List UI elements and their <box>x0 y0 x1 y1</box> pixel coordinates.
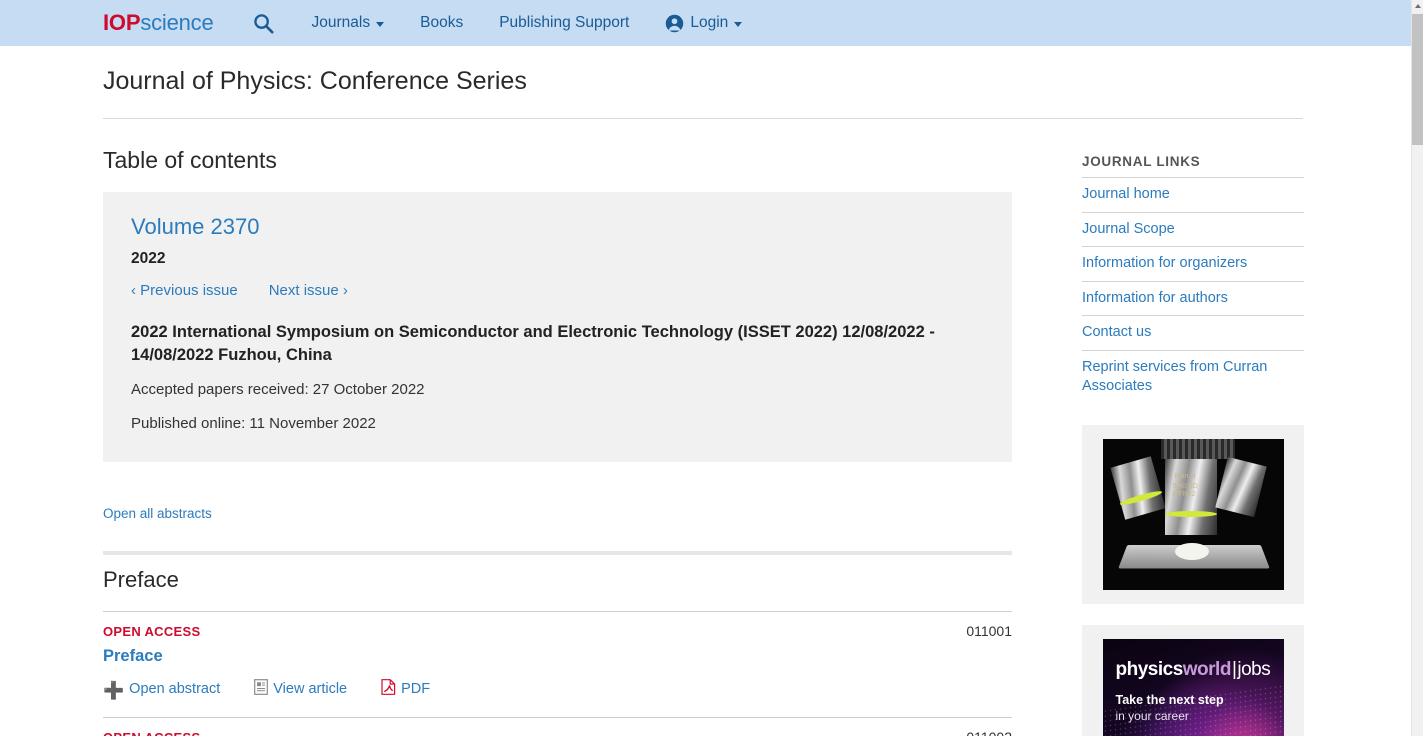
nav-item-login[interactable]: Login <box>665 14 742 33</box>
section-divider-bar <box>103 551 1012 555</box>
pdf-icon <box>381 679 396 699</box>
article-id: 011002 <box>966 729 1012 736</box>
nav-item-books[interactable]: Books <box>420 14 463 32</box>
pdf-label: PDF <box>401 681 430 697</box>
next-issue-label: Next issue <box>269 282 339 299</box>
sidebar-item-information-for-authors[interactable]: Information for authors <box>1082 281 1304 316</box>
page-root: IOPscience Journals Books Publishing Sup… <box>0 0 1423 736</box>
plus-icon: ➕ <box>103 682 124 699</box>
volume-link[interactable]: Volume 2370 <box>131 214 984 240</box>
table-row: OPEN ACCESS 011001 Preface ➕ Open abstra… <box>103 611 1012 699</box>
conference-title: 2022 International Symposium on Semicond… <box>131 321 976 367</box>
article-header-row: OPEN ACCESS 011002 <box>103 729 1012 736</box>
vertical-scrollbar[interactable] <box>1411 0 1423 736</box>
logo-science: science <box>140 12 213 34</box>
volume-panel: Volume 2370 2022 ‹ Previous issue Next i… <box>103 192 1012 462</box>
article-header-row: OPEN ACCESS 011001 <box>103 623 1012 639</box>
nav-item-publishing-support[interactable]: Publishing Support <box>499 14 629 32</box>
physicsworld-jobs-image: physicsworld|jobs Take the next step in … <box>1103 639 1284 736</box>
article-title-link[interactable]: Preface <box>103 646 1012 667</box>
sidebar-item-information-for-organizers[interactable]: Information for organizers <box>1082 246 1304 281</box>
objective-color-band-center <box>1165 511 1217 517</box>
open-abstract-button[interactable]: ➕ Open abstract <box>103 681 220 698</box>
microscope-image: Plan N 0.40 BD 0/FN22 <box>1103 439 1284 590</box>
microscope-turret <box>1161 439 1235 459</box>
page-body: Journal of Physics: Conference Series Ta… <box>0 46 1411 736</box>
microscope-objective-left <box>1110 456 1165 519</box>
status-badge: OPEN ACCESS <box>103 624 200 639</box>
advertisement-physicsworld-jobs[interactable]: physicsworld|jobs Take the next step in … <box>1082 625 1304 736</box>
pdf-button[interactable]: PDF <box>381 679 430 699</box>
search-icon[interactable] <box>252 11 276 35</box>
physicsworld-logo: physicsworld|jobs <box>1116 659 1271 681</box>
previous-issue-label: Previous issue <box>140 282 238 299</box>
section-heading-preface: Preface <box>103 567 1012 593</box>
scroll-up-arrow-icon[interactable] <box>1412 0 1423 12</box>
microscope-objective-right <box>1215 457 1266 517</box>
sidebar: JOURNAL LINKS Journal home Journal Scope… <box>1082 147 1304 736</box>
chevron-down-icon <box>376 22 384 27</box>
iopscience-logo[interactable]: IOPscience <box>103 12 214 34</box>
objective-label-fn: 0/FN22 <box>1173 491 1196 498</box>
account-circle-icon <box>665 14 684 33</box>
article-id: 011001 <box>966 623 1012 639</box>
table-row: OPEN ACCESS 011002 Peer Review Statement <box>103 717 1012 736</box>
status-badge: OPEN ACCESS <box>103 730 200 736</box>
content-columns: Table of contents Volume 2370 2022 ‹ Pre… <box>0 119 1411 736</box>
toc-heading: Table of contents <box>103 147 1012 174</box>
specimen-drop <box>1175 543 1209 560</box>
article-actions: ➕ Open abstract <box>103 679 1012 699</box>
next-issue-link[interactable]: Next issue › <box>269 282 348 299</box>
open-all-abstracts-link[interactable]: Open all abstracts <box>103 506 212 521</box>
nav-item-publishing-support-label: Publishing Support <box>499 14 629 32</box>
main-column: Table of contents Volume 2370 2022 ‹ Pre… <box>103 147 1012 736</box>
accepted-papers-date: Accepted papers received: 27 October 202… <box>131 379 984 402</box>
nav-item-books-label: Books <box>420 14 463 32</box>
logo-physics: physics <box>1116 659 1183 680</box>
sidebar-item-contact-us[interactable]: Contact us <box>1082 315 1304 350</box>
ad-headline: Take the next step <box>1116 693 1224 707</box>
logo-world: world <box>1183 659 1231 680</box>
issue-navigation: ‹ Previous issue Next issue › <box>131 282 984 299</box>
open-abstract-label: Open abstract <box>129 681 220 697</box>
published-online-date: Published online: 11 November 2022 <box>131 413 984 436</box>
ad-subheadline: in your career <box>1116 709 1189 723</box>
previous-issue-link[interactable]: ‹ Previous issue <box>131 282 238 299</box>
site-header: IOPscience Journals Books Publishing Sup… <box>0 0 1411 46</box>
objective-label-na: 0.40 BD <box>1173 483 1198 490</box>
logo-jobs: jobs <box>1237 659 1270 680</box>
header-inner: IOPscience Journals Books Publishing Sup… <box>0 11 742 35</box>
advertisement-microscope[interactable]: Plan N 0.40 BD 0/FN22 <box>1082 425 1304 604</box>
sidebar-heading: JOURNAL LINKS <box>1082 154 1304 169</box>
document-icon <box>254 679 268 699</box>
sidebar-item-reprint-services[interactable]: Reprint services from Curran Associates <box>1082 350 1304 404</box>
logo-iop: IOP <box>103 12 140 34</box>
chevron-down-icon <box>734 22 742 27</box>
sidebar-item-journal-scope[interactable]: Journal Scope <box>1082 212 1304 247</box>
scrollbar-thumb[interactable] <box>1412 14 1423 145</box>
volume-year: 2022 <box>131 250 984 268</box>
nav-item-journals-label: Journals <box>312 14 371 32</box>
objective-label-plan-n: Plan N <box>1175 473 1196 480</box>
nav-item-journals[interactable]: Journals <box>312 14 385 32</box>
page-title: Journal of Physics: Conference Series <box>0 46 1411 96</box>
view-article-button[interactable]: View article <box>254 679 347 699</box>
view-article-label: View article <box>273 681 347 697</box>
journal-links-list: Journal home Journal Scope Information f… <box>1082 177 1304 404</box>
nav-item-login-label: Login <box>690 14 728 32</box>
sidebar-item-journal-home[interactable]: Journal home <box>1082 177 1304 212</box>
